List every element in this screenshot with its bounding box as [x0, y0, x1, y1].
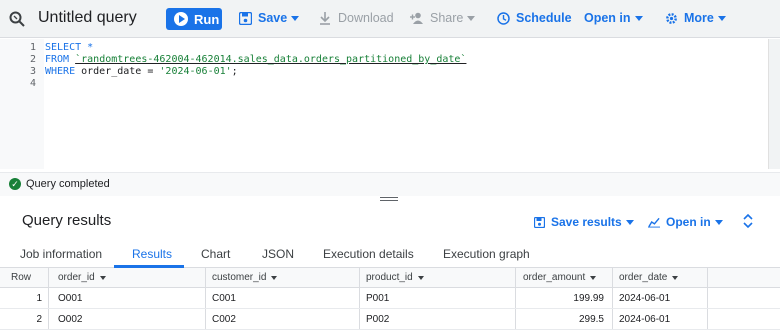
more-label: More	[684, 11, 714, 25]
row-number: 2	[36, 314, 42, 325]
query-status-text: Query completed	[26, 178, 110, 190]
code-token: ;	[231, 66, 238, 77]
column-header-order-amount[interactable]: order_amount	[523, 272, 597, 283]
person-add-icon	[410, 11, 424, 25]
results-open-in-label: Open in	[666, 215, 711, 229]
share-label: Share	[430, 11, 464, 25]
play-circle-icon	[174, 12, 188, 26]
cell-customer-id[interactable]: C002	[212, 314, 236, 325]
tab-chart[interactable]: Chart	[201, 247, 230, 261]
cell-product-id[interactable]: P001	[366, 293, 389, 304]
table-row[interactable]: 1 O001 C001 P001 199.99 2024-06-01	[0, 288, 780, 309]
query-title[interactable]: Untitled query	[38, 9, 137, 27]
cell-order-date[interactable]: 2024-06-01	[619, 314, 670, 325]
chevron-down-icon	[590, 275, 597, 280]
run-button[interactable]: Run	[166, 8, 222, 30]
chevron-down-icon	[717, 15, 726, 21]
gear-icon	[664, 11, 678, 25]
cell-order-id[interactable]: O001	[58, 293, 82, 304]
chevron-down-icon	[417, 275, 424, 280]
resize-handle[interactable]	[380, 197, 398, 201]
results-title: Query results	[22, 212, 112, 229]
chevron-down-icon	[714, 219, 723, 225]
query-toolbar: Untitled query Run Save Download Share S…	[0, 0, 780, 38]
cell-order-id[interactable]: O002	[58, 314, 82, 325]
line-number: 1	[29, 42, 36, 53]
clock-icon	[496, 11, 510, 25]
chevron-down-icon	[625, 219, 634, 225]
results-tabs: Job information Results Chart JSON Execu…	[0, 240, 780, 268]
column-header-row: Row	[11, 272, 32, 283]
save-label: Save	[258, 11, 288, 25]
chevron-down-icon	[271, 275, 278, 280]
code-token: '2024-06-01'	[159, 66, 232, 77]
share-button[interactable]: Share	[410, 11, 476, 25]
code-line[interactable]: WHERE order_date = '2024-06-01';	[45, 66, 238, 77]
code-line[interactable]: FROM `randomtrees-462004-462014.sales_da…	[45, 54, 466, 65]
save-button[interactable]: Save	[238, 11, 300, 25]
sql-editor[interactable]: 1 2 3 4 SELECT * FROM `randomtrees-46200…	[0, 39, 768, 169]
tab-results[interactable]: Results	[132, 247, 172, 261]
column-header-product-id[interactable]: product_id	[366, 272, 424, 283]
chevron-down-icon	[672, 275, 679, 280]
download-icon	[318, 11, 332, 25]
line-number: 2	[29, 54, 36, 65]
save-results-button[interactable]: Save results	[533, 215, 634, 229]
query-status-bar: ✓ Query completed	[0, 172, 780, 196]
more-button[interactable]: More	[664, 11, 726, 25]
chevron-down-icon	[634, 15, 643, 21]
chevron-down-icon	[99, 275, 106, 280]
line-number: 4	[29, 78, 36, 89]
code-token: order_date =	[81, 66, 160, 77]
cell-order-amount[interactable]: 299.5	[520, 314, 604, 325]
save-results-label: Save results	[551, 215, 622, 229]
open-in-label: Open in	[584, 11, 631, 25]
code-token: FROM	[45, 54, 76, 65]
cell-product-id[interactable]: P002	[366, 314, 389, 325]
check-circle-icon: ✓	[9, 178, 21, 190]
line-number: 3	[29, 66, 36, 77]
tab-execution-details[interactable]: Execution details	[323, 247, 414, 261]
query-search-icon	[9, 11, 25, 27]
schedule-button[interactable]: Schedule	[496, 11, 572, 25]
open-in-button[interactable]: Open in	[584, 11, 643, 25]
expand-collapse-icon[interactable]	[742, 213, 754, 229]
code-token: WHERE	[45, 66, 82, 77]
column-header-customer-id[interactable]: customer_id	[212, 272, 278, 283]
editor-scrollbar[interactable]	[768, 39, 780, 169]
tab-json[interactable]: JSON	[262, 247, 294, 261]
line-number-gutter: 1 2 3 4	[0, 39, 44, 169]
run-label: Run	[194, 11, 220, 27]
results-open-in-button[interactable]: Open in	[648, 215, 723, 229]
code-line[interactable]: SELECT *	[45, 42, 93, 53]
row-number: 1	[36, 293, 42, 304]
cell-order-date[interactable]: 2024-06-01	[619, 293, 670, 304]
download-label: Download	[338, 11, 394, 25]
cell-order-amount[interactable]: 199.99	[520, 293, 604, 304]
chevron-down-icon	[291, 15, 300, 21]
cell-customer-id[interactable]: C001	[212, 293, 236, 304]
code-token: SELECT *	[45, 42, 94, 53]
table-row[interactable]: 2 O002 C002 P002 299.5 2024-06-01	[0, 309, 780, 330]
tab-execution-graph[interactable]: Execution graph	[443, 247, 530, 261]
column-header-order-date[interactable]: order_date	[619, 272, 679, 283]
download-button[interactable]: Download	[318, 11, 394, 25]
save-icon	[238, 11, 252, 25]
results-table-header: Row order_id customer_id product_id orde…	[0, 268, 780, 288]
save-icon	[533, 216, 545, 228]
column-header-order-id[interactable]: order_id	[58, 272, 106, 283]
chevron-down-icon	[467, 15, 476, 21]
schedule-label: Schedule	[516, 11, 572, 25]
code-token: `randomtrees-462004-462014.sales_data.or…	[75, 54, 467, 65]
chart-icon	[648, 216, 660, 228]
tab-job-information[interactable]: Job information	[20, 247, 102, 261]
